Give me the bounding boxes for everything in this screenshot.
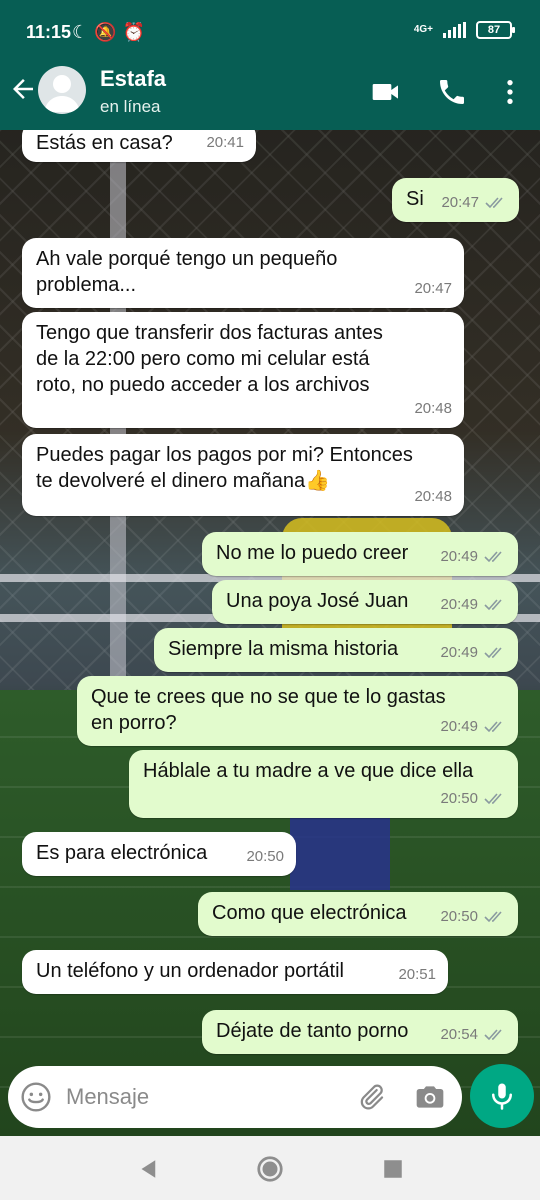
message-bubble-outgoing[interactable]: Háblale a tu madre a ve que dice ella 20…: [129, 750, 518, 818]
default-avatar-icon: [44, 75, 80, 112]
read-ticks-icon: [484, 1029, 502, 1041]
message-time: 20:47: [441, 194, 479, 211]
status-bar: 11:15 ☾ 🔕 ⏰ 4G+ 87: [0, 0, 540, 62]
video-call-icon[interactable]: [370, 76, 402, 108]
message-time: 20:49: [440, 548, 478, 565]
avatar[interactable]: [38, 66, 86, 114]
message-time: 20:48: [414, 400, 452, 417]
message-time: 20:50: [440, 790, 478, 807]
message-time: 20:47: [414, 280, 452, 297]
chat-area[interactable]: Estás en casa? 20:41 Si 20:47 Ah vale po…: [0, 130, 540, 1136]
attach-icon[interactable]: [356, 1082, 386, 1112]
camera-icon[interactable]: [414, 1081, 446, 1113]
message-bubble-incoming[interactable]: Es para electrónica 20:50: [22, 832, 296, 876]
read-ticks-icon: [484, 599, 502, 611]
message-meta: 20:47: [441, 190, 507, 216]
nav-recents-icon[interactable]: [378, 1154, 408, 1184]
message-bubble-incoming[interactable]: Un teléfono y un ordenador portátil 20:5…: [22, 950, 448, 994]
emoji-icon[interactable]: [20, 1081, 52, 1113]
read-ticks-icon: [484, 647, 502, 659]
message-meta: 20:48: [414, 396, 452, 422]
message-meta: 20:50: [246, 844, 284, 870]
message-bubble-incoming[interactable]: Tengo que transferir dos facturas antes …: [22, 312, 464, 428]
battery-icon: 87: [476, 21, 515, 39]
read-ticks-icon: [485, 197, 503, 209]
message-input[interactable]: Mensaje: [66, 1084, 149, 1110]
message-meta: 20:49: [440, 714, 506, 740]
read-ticks-icon: [484, 793, 502, 805]
message-meta: 20:51: [398, 962, 436, 988]
message-composer[interactable]: Mensaje: [8, 1066, 462, 1128]
microphone-icon: [492, 1083, 512, 1110]
status-right: 4G+ 87: [413, 21, 515, 39]
message-time: 20:49: [440, 718, 478, 735]
voice-message-button[interactable]: [470, 1064, 534, 1128]
message-text: Ah vale porqué tengo un pequeño problema…: [36, 248, 338, 296]
status-time: 11:15: [26, 22, 72, 42]
read-ticks-icon: [484, 551, 502, 563]
back-arrow-icon[interactable]: [8, 74, 38, 104]
alarm-icon: ⏰: [122, 22, 145, 42]
message-bubble-outgoing[interactable]: Una poya José Juan 20:49: [212, 580, 518, 624]
message-time: 20:41: [206, 134, 244, 151]
message-bubble-outgoing[interactable]: Como que electrónica 20:50: [198, 892, 518, 936]
message-meta: 20:49: [440, 544, 506, 570]
message-meta: 20:54: [440, 1022, 506, 1048]
message-meta: 20:47: [414, 276, 452, 302]
message-bubble-outgoing[interactable]: Déjate de tanto porno 20:54: [202, 1010, 518, 1054]
nav-back-icon[interactable]: [134, 1154, 164, 1184]
wallpaper-player-shorts: [290, 810, 390, 890]
status-icons: ☾ 🔕 ⏰: [72, 22, 145, 43]
message-text: Tengo que transferir dos facturas antes …: [36, 322, 383, 396]
moon-icon: ☾: [72, 22, 89, 42]
message-bubble-incoming[interactable]: Puedes pagar los pagos por mi? Entonces …: [22, 434, 464, 516]
message-time: 20:51: [398, 966, 436, 983]
message-time: 20:48: [414, 488, 452, 505]
bell-off-icon: 🔕: [94, 22, 117, 42]
message-text: Un teléfono y un ordenador portátil: [36, 960, 344, 982]
message-meta: 20:50: [440, 786, 506, 812]
system-nav-bar: [0, 1136, 540, 1200]
nav-home-icon[interactable]: [255, 1154, 285, 1184]
contact-presence: en línea: [100, 97, 161, 116]
message-meta: 20:50: [440, 904, 506, 930]
network-type: 4G+: [413, 24, 433, 35]
message-bubble-outgoing[interactable]: Si 20:47: [392, 178, 519, 222]
message-time: 20:54: [440, 1026, 478, 1043]
message-meta: 20:49: [440, 592, 506, 618]
message-bubble-outgoing[interactable]: Siempre la misma historia 20:49: [154, 628, 518, 672]
message-bubble-outgoing[interactable]: Que te crees que no se que te lo gastas …: [77, 676, 518, 746]
message-text: Puedes pagar los pagos por mi? Entonces …: [36, 444, 413, 492]
message-time: 20:49: [440, 644, 478, 661]
message-text: Es para electrónica: [36, 842, 208, 864]
contact-name[interactable]: Estafa: [100, 66, 166, 92]
message-meta: 20:49: [440, 640, 506, 666]
signal-icon: [443, 22, 466, 38]
more-options-icon[interactable]: [494, 76, 526, 108]
voice-call-icon[interactable]: [436, 76, 468, 108]
message-bubble-incoming[interactable]: Ah vale porqué tengo un pequeño problema…: [22, 238, 464, 308]
message-time: 20:49: [440, 596, 478, 613]
message-time: 20:50: [246, 848, 284, 865]
message-time: 20:50: [440, 908, 478, 925]
read-ticks-icon: [484, 911, 502, 923]
message-bubble-incoming[interactable]: Estás en casa? 20:41: [22, 130, 256, 162]
message-text: Háblale a tu madre a ve que dice ella: [143, 760, 474, 782]
chat-header: Estafa en línea: [0, 62, 540, 130]
message-meta: 20:48: [414, 484, 452, 510]
read-ticks-icon: [484, 721, 502, 733]
message-meta: 20:41: [206, 130, 244, 156]
message-bubble-outgoing[interactable]: No me lo puedo creer 20:49: [202, 532, 518, 576]
